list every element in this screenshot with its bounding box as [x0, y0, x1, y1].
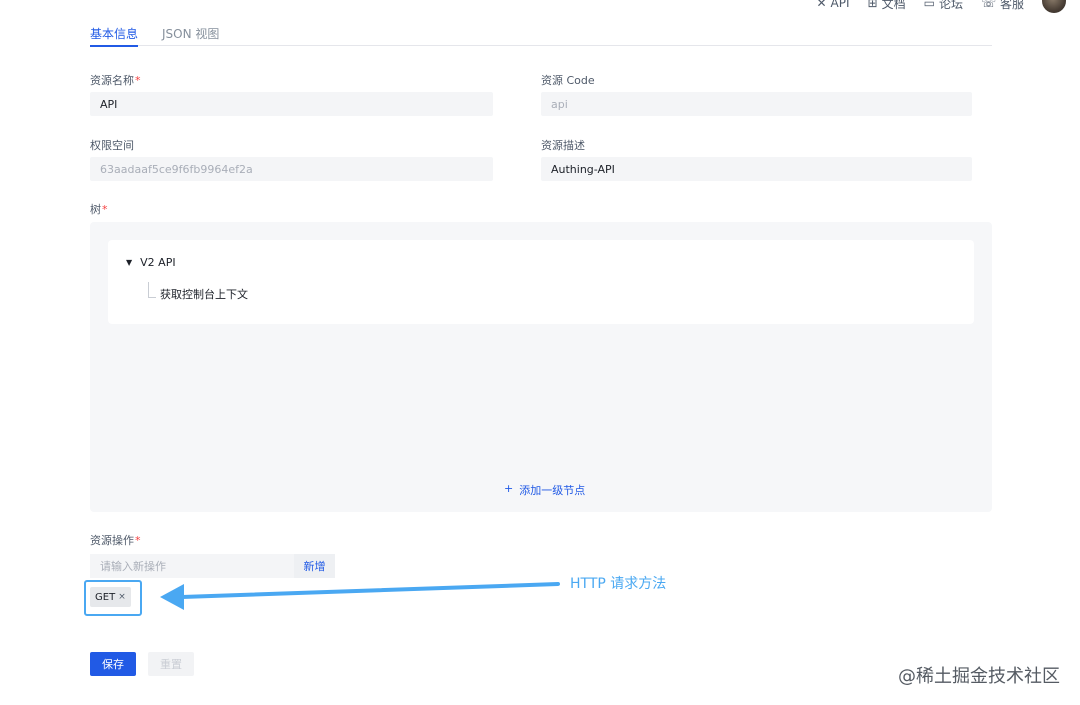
- add-action-button[interactable]: 新增: [294, 554, 335, 578]
- avatar[interactable]: [1042, 0, 1066, 13]
- tree-label: 树*: [90, 203, 108, 216]
- required-mark: *: [102, 203, 108, 216]
- tree-node-child[interactable]: 获取控制台上下文: [160, 286, 248, 302]
- nav-docs-link[interactable]: ⊞ 文档: [868, 0, 906, 12]
- caret-down-icon[interactable]: ▼: [126, 258, 132, 267]
- namespace-input: 63aadaaf5ce9f6fb9964ef2a: [90, 157, 493, 181]
- support-icon: ☏: [980, 0, 996, 10]
- resource-code-label: 资源 Code: [541, 74, 595, 87]
- description-label: 资源描述: [541, 139, 585, 152]
- tree-editor: ▼ V2 API 获取控制台上下文 + 添加一级节点: [90, 222, 992, 512]
- tag-close-icon[interactable]: ×: [118, 592, 126, 602]
- required-mark: *: [135, 74, 141, 87]
- save-button[interactable]: 保存: [90, 652, 136, 676]
- tab-bar: 基本信息 JSON 视图: [90, 22, 992, 47]
- nav-forum-label: 论坛: [938, 0, 963, 11]
- nav-docs-label: 文档: [881, 0, 906, 11]
- add-root-node-label: 添加一级节点: [519, 484, 586, 497]
- nav-api-label: API: [830, 0, 850, 10]
- new-action-input[interactable]: [90, 554, 294, 578]
- tree-node-root-label: V2 API: [140, 256, 176, 269]
- plus-icon: +: [504, 482, 514, 495]
- doc-icon: ⊞: [867, 0, 878, 10]
- resource-name-input[interactable]: API: [90, 92, 493, 116]
- tree-node-root[interactable]: ▼ V2 API: [126, 256, 176, 269]
- top-nav: ✕ API ⊞ 文档 ▭ 论坛 ☏ 客服: [816, 0, 1066, 13]
- action-tag-get: GET ×: [90, 587, 131, 607]
- namespace-label: 权限空间: [90, 139, 134, 152]
- tree-connector: [148, 282, 156, 298]
- nav-forum-link[interactable]: ▭ 论坛: [924, 0, 963, 12]
- close-x-icon: ✕: [816, 0, 827, 10]
- resource-name-label: 资源名称*: [90, 74, 141, 87]
- description-input[interactable]: Authing-API: [541, 157, 972, 181]
- nav-support-link[interactable]: ☏ 客服: [981, 0, 1024, 12]
- nav-support-label: 客服: [999, 0, 1024, 11]
- tree-card: ▼ V2 API 获取控制台上下文: [108, 240, 974, 324]
- action-tag-label: GET: [95, 591, 116, 603]
- tab-json-view[interactable]: JSON 视图: [162, 22, 219, 46]
- resource-code-input: api: [541, 92, 972, 116]
- annotation-text: HTTP 请求方法: [570, 576, 667, 592]
- add-root-node-button[interactable]: + 添加一级节点: [504, 482, 585, 498]
- reset-button[interactable]: 重置: [148, 652, 194, 676]
- actions-label: 资源操作*: [90, 534, 141, 547]
- tab-basic-info[interactable]: 基本信息: [90, 22, 139, 47]
- required-mark: *: [135, 534, 141, 547]
- nav-api-link[interactable]: ✕ API: [816, 0, 849, 10]
- watermark: @稀土掘金技术社区: [898, 666, 1060, 687]
- annotation-arrow-head: [160, 584, 184, 610]
- annotation-arrow-line: [180, 582, 560, 599]
- forum-icon: ▭: [923, 0, 935, 10]
